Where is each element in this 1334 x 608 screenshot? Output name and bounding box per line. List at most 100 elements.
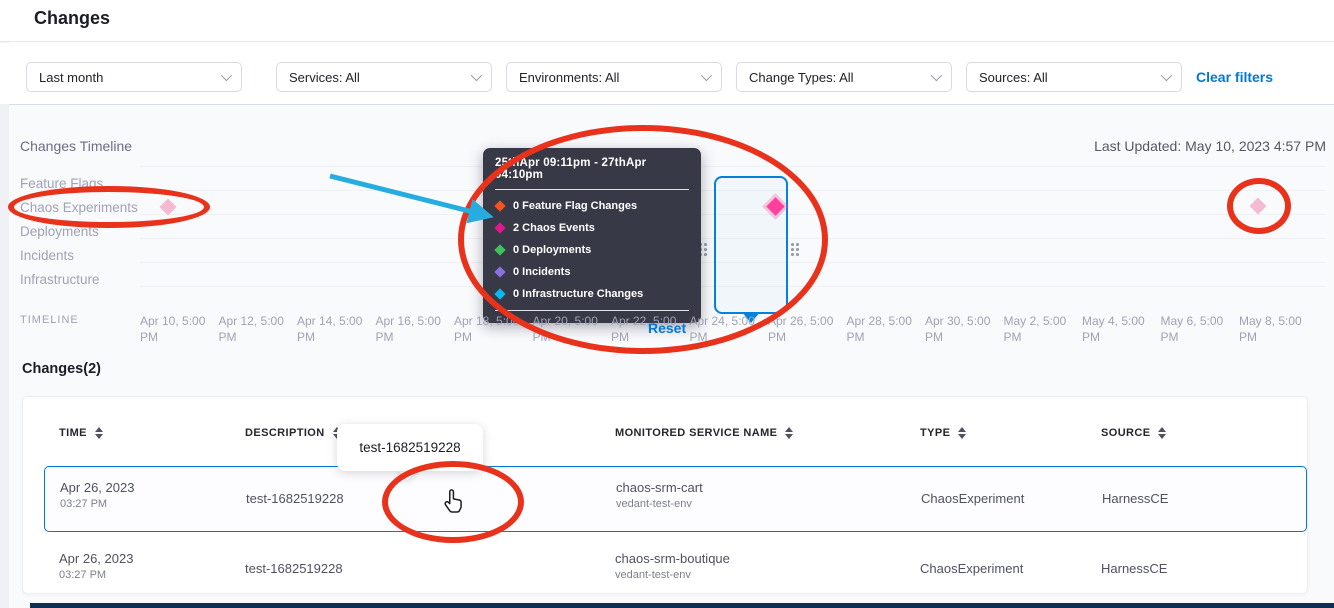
change-time: 03:27 PM	[60, 498, 134, 510]
timeline-section-title: Changes Timeline	[20, 138, 132, 154]
column-header-source: SOURCE	[1101, 427, 1166, 439]
tooltip-item-label: 0 Incidents	[513, 266, 570, 278]
sort-icon[interactable]	[785, 427, 793, 439]
changes-page: Changes Last month Services: All Environ…	[0, 0, 1334, 608]
tooltip-item-feature-flags: 0 Feature Flag Changes	[495, 200, 689, 212]
services-dropdown[interactable]: Services: All	[276, 62, 492, 92]
column-header-monitored-service: MONITORED SERVICE NAME	[615, 427, 793, 439]
last-updated-text: Last Updated: May 10, 2023 4:57 PM	[996, 138, 1326, 154]
changes-table-card: TIME DESCRIPTION MONITORED SERVICE NAME …	[22, 396, 1308, 594]
axis-tick: Apr 26, 5:00 PM	[768, 313, 847, 345]
column-label: SOURCE	[1101, 427, 1150, 439]
brush-right-handle[interactable]	[791, 243, 800, 257]
tooltip-date-range: 25thApr 09:11pm - 27thApr 04:10pm	[495, 157, 689, 181]
chevron-down-icon	[931, 70, 942, 81]
chevron-down-icon	[471, 70, 482, 81]
page-title: Changes	[34, 8, 110, 29]
cell-source: HarnessCE	[1101, 561, 1167, 576]
column-label: TIME	[59, 427, 87, 439]
timeline-axis-label: TIMELINE	[20, 314, 79, 326]
tooltip-item-label: 2 Chaos Events	[513, 222, 595, 234]
tooltip-divider	[495, 189, 689, 190]
sort-icon[interactable]	[95, 427, 103, 439]
axis-tick: May 4, 5:00 PM	[1082, 313, 1161, 345]
cell-source: HarnessCE	[1102, 491, 1168, 506]
column-label: DESCRIPTION	[245, 427, 325, 439]
service-name: chaos-srm-cart	[616, 480, 703, 495]
service-name: chaos-srm-boutique	[615, 551, 730, 566]
table-row[interactable]: Apr 26, 2023 03:27 PM test-1682519228 ch…	[44, 539, 1307, 596]
column-header-type: TYPE	[920, 427, 966, 439]
chevron-down-icon	[1161, 70, 1172, 81]
change-date: Apr 26, 2023	[60, 480, 134, 495]
cell-time: Apr 26, 2023 03:27 PM	[59, 551, 133, 581]
tooltip-item-label: 0 Infrastructure Changes	[513, 288, 643, 300]
changes-count-title: Changes(2)	[22, 361, 101, 377]
axis-tick: Apr 14, 5:00 PM	[297, 313, 376, 345]
tooltip-item-label: 0 Deployments	[513, 244, 591, 256]
sources-value: Sources: All	[979, 70, 1048, 85]
environments-value: Environments: All	[519, 70, 619, 85]
infrastructure-diamond-icon	[494, 288, 505, 299]
tooltip-item-label: 0 Feature Flag Changes	[513, 200, 637, 212]
time-range-value: Last month	[39, 70, 103, 85]
tooltip-item-deployments: 0 Deployments	[495, 244, 689, 256]
filter-bar: Last month Services: All Environments: A…	[0, 43, 1334, 104]
cell-type: ChaosExperiment	[920, 561, 1023, 576]
tooltip-item-chaos-events: 2 Chaos Events	[495, 222, 689, 234]
hover-tooltip: test-1682519228	[337, 424, 483, 471]
time-range-dropdown[interactable]: Last month	[26, 62, 242, 92]
chevron-down-icon	[221, 70, 232, 81]
environment-name: vedant-test-env	[615, 569, 730, 581]
axis-tick: Apr 20, 5:00 PM	[533, 313, 612, 345]
axis-tick: Apr 28, 5:00 PM	[847, 313, 926, 345]
change-time: 03:27 PM	[59, 569, 133, 581]
change-types-value: Change Types: All	[749, 70, 854, 85]
timeline-gridline	[140, 166, 1325, 167]
timeline-row-infrastructure: Infrastructure	[20, 272, 100, 287]
axis-tick: Apr 18, 5:00 PM	[454, 313, 533, 345]
column-label: MONITORED SERVICE NAME	[615, 427, 777, 439]
column-header-time: TIME	[59, 427, 103, 439]
chevron-down-icon	[701, 70, 712, 81]
axis-tick: Apr 10, 5:00 PM	[140, 313, 219, 345]
axis-tick: Apr 24, 5:00 PM	[690, 313, 769, 345]
axis-tick: May 6, 5:00 PM	[1161, 313, 1240, 345]
sort-icon[interactable]	[1158, 427, 1166, 439]
cell-time: Apr 26, 2023 03:27 PM	[60, 480, 134, 510]
cell-description: test-1682519228	[246, 491, 344, 506]
timeline-range-tooltip: 25thApr 09:11pm - 27thApr 04:10pm 0 Feat…	[483, 148, 701, 323]
timeline-row-feature-flags: Feature Flags	[20, 176, 103, 191]
clear-filters-button[interactable]: Clear filters	[1196, 69, 1273, 85]
axis-tick: May 2, 5:00 PM	[1004, 313, 1083, 345]
feature-flag-diamond-icon	[494, 200, 505, 211]
column-label: TYPE	[920, 427, 950, 439]
timeline-row-deployments: Deployments	[20, 224, 99, 239]
timeline-brush-selection[interactable]	[714, 176, 788, 314]
reset-button[interactable]: Reset	[648, 320, 686, 336]
bottom-edge-bar	[30, 603, 1334, 608]
tooltip-item-incidents: 0 Incidents	[495, 266, 689, 278]
deployment-diamond-icon	[494, 244, 505, 255]
column-header-description: DESCRIPTION	[245, 427, 341, 439]
cell-monitored-service: chaos-srm-boutique vedant-test-env	[615, 551, 730, 581]
timeline-row-incidents: Incidents	[20, 248, 74, 263]
services-value: Services: All	[289, 70, 360, 85]
cell-description: test-1682519228	[245, 561, 343, 576]
axis-tick: Apr 30, 5:00 PM	[925, 313, 1004, 345]
change-date: Apr 26, 2023	[59, 551, 133, 566]
axis-tick: May 8, 5:00 PM	[1239, 313, 1318, 345]
sort-icon[interactable]	[958, 427, 966, 439]
axis-tick: Apr 16, 5:00 PM	[376, 313, 455, 345]
cell-type: ChaosExperiment	[921, 491, 1024, 506]
top-header-bar: Changes	[0, 0, 1334, 42]
chaos-event-diamond-icon	[494, 222, 505, 233]
environments-dropdown[interactable]: Environments: All	[506, 62, 722, 92]
change-types-dropdown[interactable]: Change Types: All	[736, 62, 952, 92]
table-row[interactable]: Apr 26, 2023 03:27 PM test-1682519228 ch…	[44, 466, 1307, 532]
cell-monitored-service: chaos-srm-cart vedant-test-env	[616, 480, 703, 510]
timeline-row-chaos-experiments: Chaos Experiments	[20, 200, 138, 215]
incident-diamond-icon	[494, 266, 505, 277]
tooltip-divider	[495, 310, 689, 311]
sources-dropdown[interactable]: Sources: All	[966, 62, 1182, 92]
